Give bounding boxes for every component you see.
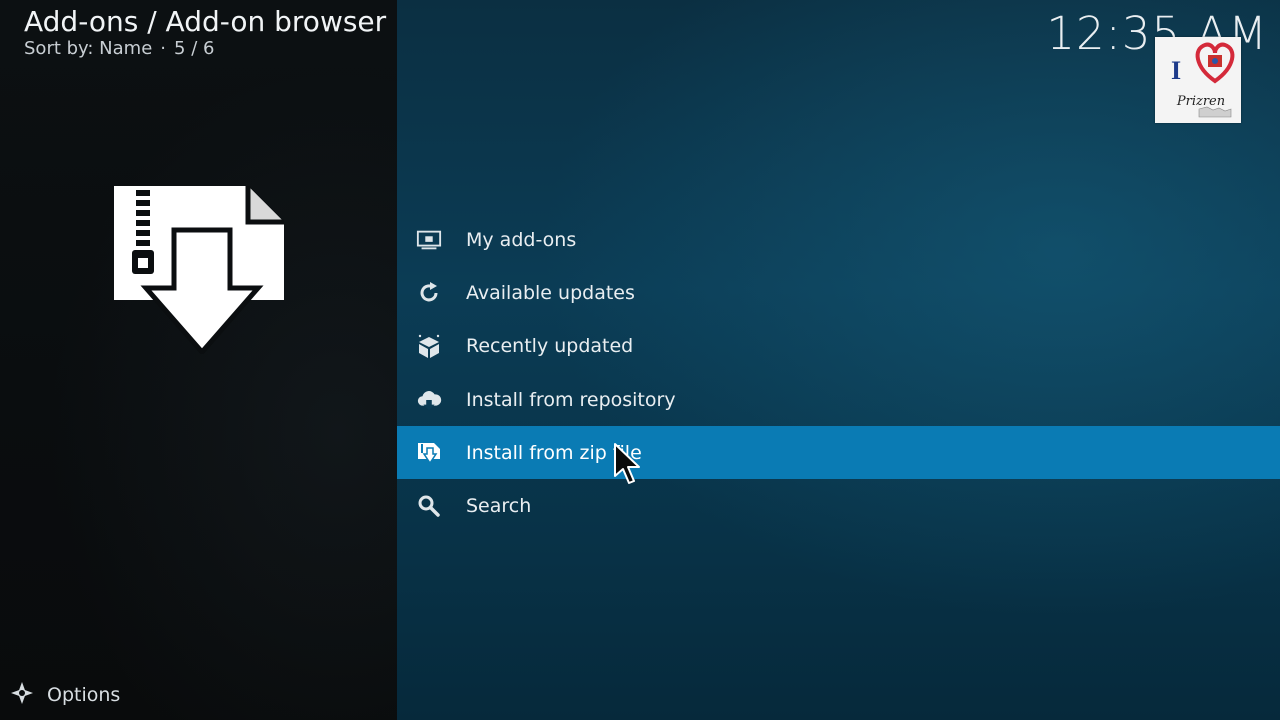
- sort-label: Sort by: Name: [24, 38, 153, 59]
- left-pane: [0, 0, 397, 720]
- menu-item-install-from-zip[interactable]: Install from zip file: [397, 426, 1280, 480]
- logo-letter: I: [1171, 56, 1181, 85]
- menu-item-label: Install from repository: [466, 388, 676, 411]
- monitor-icon: [416, 227, 442, 253]
- menu-item-search[interactable]: Search: [397, 479, 1280, 532]
- menu-item-available-updates[interactable]: Available updates: [397, 266, 1280, 319]
- options-label: Options: [47, 684, 121, 706]
- options-button[interactable]: Options: [10, 682, 120, 708]
- box-icon: [416, 333, 442, 359]
- prizren-logo-icon: I Prizren: [1155, 37, 1241, 123]
- list-position: 5 / 6: [174, 38, 215, 59]
- menu-item-my-addons[interactable]: My add-ons: [397, 213, 1280, 266]
- menu-item-label: Search: [466, 495, 532, 518]
- separator: ·: [160, 38, 167, 59]
- sort-info[interactable]: Sort by: Name · 5 / 6: [24, 38, 214, 59]
- mouse-pointer-icon: [612, 442, 642, 486]
- options-icon: [10, 681, 34, 709]
- menu-item-label: Available updates: [466, 281, 635, 304]
- cloud-download-icon: [416, 387, 442, 413]
- menu-item-label: My add-ons: [466, 228, 577, 251]
- zip-install-icon: [416, 440, 442, 466]
- menu-item-recently-updated[interactable]: Recently updated: [397, 320, 1280, 373]
- search-icon: [416, 493, 442, 519]
- addon-menu: My add-ons Available updates Recently up…: [397, 213, 1280, 533]
- menu-item-label: Recently updated: [466, 335, 634, 358]
- zip-file-download-icon: [110, 184, 288, 356]
- logo-badge: I Prizren: [1155, 37, 1241, 123]
- refresh-icon: [416, 280, 442, 306]
- breadcrumb: Add-ons / Add-on browser: [24, 5, 387, 38]
- logo-script: Prizren: [1176, 94, 1225, 109]
- menu-item-install-from-repository[interactable]: Install from repository: [397, 373, 1280, 426]
